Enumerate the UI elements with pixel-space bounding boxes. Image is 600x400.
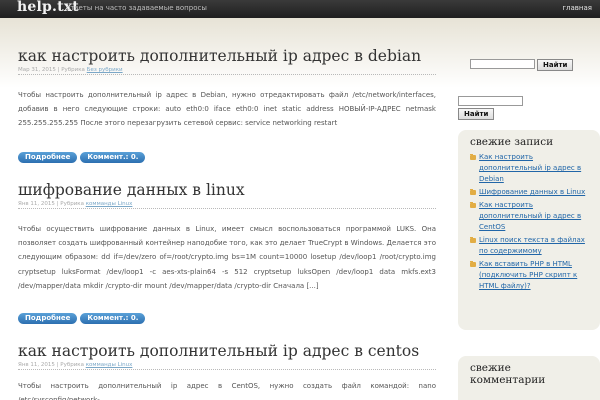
recent-comments-widget: свежие комментарии xyxy=(458,356,600,400)
recent-post-link[interactable]: Как настроить дополнительный ip адрес в … xyxy=(479,201,581,231)
list-item: Как настроить дополнительный ip адрес в … xyxy=(470,152,588,185)
recent-post-link[interactable]: Как вставить PHP в HTML (подключить PHP … xyxy=(479,260,577,290)
post-meta: Янв 11, 2015 | Рубрика комманды Linux xyxy=(18,362,436,370)
post-excerpt: Чтобы настроить дополнительный ip адрес … xyxy=(18,91,436,128)
post-meta: Мар 31, 2015 | Рубрика Без рубрики xyxy=(18,67,436,75)
list-item: Как вставить PHP в HTML (подключить PHP … xyxy=(470,259,588,292)
post-category-link[interactable]: комманды Linux xyxy=(86,201,133,207)
search-form: Найти xyxy=(470,59,574,78)
search-input[interactable] xyxy=(458,96,523,106)
read-more-button[interactable]: Подробнее xyxy=(18,152,78,163)
post-actions: Подробнее Коммент.: 0. xyxy=(18,152,148,171)
post-excerpt: Чтобы осуществить шифрование данных в Li… xyxy=(18,225,436,290)
main-content: как настроить дополнительный ip адрес в … xyxy=(18,0,436,400)
post-date: Янв 11, 2015 xyxy=(18,362,55,368)
post-meta-sep: | Рубрика xyxy=(54,362,86,368)
comments-button[interactable]: Коммент.: 0. xyxy=(80,313,146,324)
search-button[interactable]: Найти xyxy=(537,59,574,71)
list-item: Как настроить дополнительный ip адрес в … xyxy=(470,200,588,233)
post-date: Янв 11, 2015 xyxy=(18,201,55,207)
post: как настроить дополнительный ip адрес в … xyxy=(18,46,436,131)
post-date: Мар 31, 2015 xyxy=(18,67,56,73)
folder-icon xyxy=(470,189,476,195)
post-meta: Янв 11, 2015 | Рубрика комманды Linux xyxy=(18,201,436,209)
recent-post-link[interactable]: Linux поиск текста в файлах по содержимо… xyxy=(479,236,585,255)
folder-icon xyxy=(470,202,476,208)
post-title[interactable]: шифрование данных в linux xyxy=(18,180,436,200)
recent-post-link[interactable]: Как настроить дополнительный ip адрес в … xyxy=(479,153,581,183)
recent-posts-widget: свежие записи Как настроить дополнительн… xyxy=(458,130,600,330)
post-category-link[interactable]: комманды Linux xyxy=(86,362,133,368)
post-category-link[interactable]: Без рубрики xyxy=(87,67,123,73)
sidebar: Найти Найти свежие записи Как настроить … xyxy=(458,0,600,400)
folder-icon xyxy=(470,261,476,267)
post-title[interactable]: как настроить дополнительный ip адрес в … xyxy=(18,46,436,66)
widget-title: свежие записи xyxy=(470,136,554,148)
post-actions: Подробнее Коммент.: 0. xyxy=(18,313,148,332)
post-excerpt: Чтобы настроить дополнительный ip адрес … xyxy=(18,382,436,400)
search-form: Найти xyxy=(458,108,495,127)
list-item: Шифрование данных в Linux xyxy=(470,187,588,198)
search-input[interactable] xyxy=(470,59,535,69)
folder-icon xyxy=(470,237,476,243)
post-title[interactable]: как настроить дополнительный ip адрес в … xyxy=(18,341,436,361)
read-more-button[interactable]: Подробнее xyxy=(18,313,78,324)
comments-button[interactable]: Коммент.: 0. xyxy=(80,152,146,163)
recent-post-link[interactable]: Шифрование данных в Linux xyxy=(479,188,585,196)
widget-title: свежие комментарии xyxy=(470,362,546,386)
search-button[interactable]: Найти xyxy=(458,108,495,120)
post: как настроить дополнительный ip адрес в … xyxy=(18,341,436,400)
post-meta-sep: | Рубрика xyxy=(55,67,87,73)
post-meta-sep: | Рубрика xyxy=(54,201,86,207)
recent-posts-list: Как настроить дополнительный ip адрес в … xyxy=(458,152,600,300)
list-item: Linux поиск текста в файлах по содержимо… xyxy=(470,235,588,257)
folder-icon xyxy=(470,154,476,160)
post: шифрование данных в linux Янв 11, 2015 |… xyxy=(18,180,436,293)
